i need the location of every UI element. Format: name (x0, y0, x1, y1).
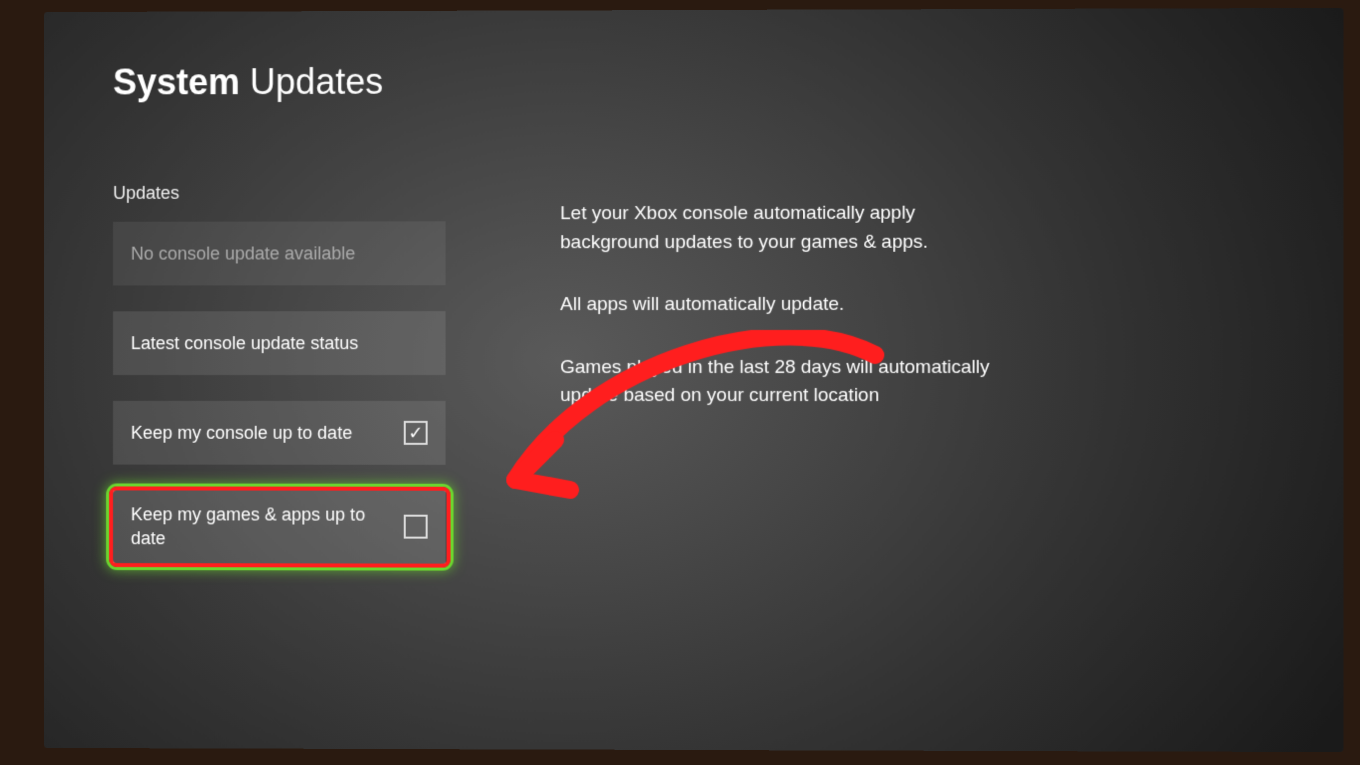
title-light: Updates (250, 61, 383, 102)
page-title: System Updates (113, 58, 1273, 103)
description-paragraph-1: Let your Xbox console automatically appl… (560, 200, 991, 258)
highlight-annotation: Keep my games & apps up to date (109, 486, 450, 567)
no-console-update-button: No console update available (113, 221, 446, 285)
latest-status-label: Latest console update status (131, 331, 358, 355)
options-column: Updates No console update available Late… (113, 182, 451, 589)
checkbox-checked-icon: ✓ (404, 421, 428, 445)
keep-games-label: Keep my games & apps up to date (131, 502, 369, 551)
description-paragraph-3: Games played in the last 28 days will au… (560, 353, 991, 410)
title-bold: System (113, 61, 240, 102)
content-row: Updates No console update available Late… (113, 181, 1273, 591)
no-console-update-label: No console update available (131, 241, 355, 265)
keep-games-apps-up-to-date-toggle[interactable]: Keep my games & apps up to date (113, 490, 446, 563)
keep-console-up-to-date-toggle[interactable]: Keep my console up to date ✓ (113, 401, 446, 465)
description-paragraph-2: All apps will automatically update. (560, 291, 991, 320)
section-label: Updates (113, 182, 451, 203)
checkbox-unchecked-icon (404, 515, 428, 539)
latest-status-button[interactable]: Latest console update status (113, 311, 446, 375)
keep-console-label: Keep my console up to date (131, 421, 352, 445)
settings-screen: System Updates Updates No console update… (44, 8, 1344, 752)
description-column: Let your Xbox console automatically appl… (560, 181, 991, 590)
